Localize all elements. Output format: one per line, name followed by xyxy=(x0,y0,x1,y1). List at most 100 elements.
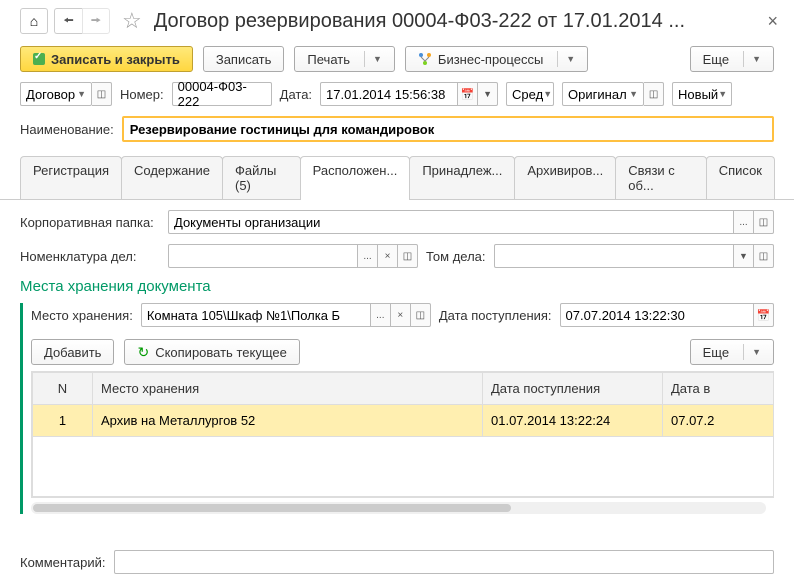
type-open-button[interactable]: ◫ xyxy=(92,82,112,106)
status-select[interactable]: Новый▼ xyxy=(672,82,732,106)
open-icon: ◫ xyxy=(403,251,412,262)
arrow-right-icon: 🠚 xyxy=(91,11,102,32)
more-button[interactable]: Еще ▼ xyxy=(690,46,774,72)
corp-input[interactable]: Документы организации xyxy=(168,210,734,234)
tab-archive[interactable]: Архивиров... xyxy=(514,156,616,199)
comm-input[interactable] xyxy=(114,550,775,574)
type-select[interactable]: Договор▼ xyxy=(20,82,92,106)
tab-content[interactable]: Содержание xyxy=(121,156,223,199)
tab-files[interactable]: Файлы (5) xyxy=(222,156,301,199)
num-input[interactable]: 00004-Ф03-222 xyxy=(172,82,272,106)
date-caret-button[interactable]: ▼ xyxy=(478,82,498,106)
section-title: Места хранения документа xyxy=(20,278,774,295)
chevron-down-icon: ▼ xyxy=(77,89,86,99)
cell-date: 01.07.2014 13:22:24 xyxy=(483,405,663,437)
cell-out: 07.07.2 xyxy=(663,405,775,437)
cell-n: 1 xyxy=(33,405,93,437)
chevron-down-icon: ▼ xyxy=(364,51,382,67)
nom-open-button[interactable]: ◫ xyxy=(398,244,418,268)
save-close-button[interactable]: Записать и закрыть xyxy=(20,46,193,72)
save-button[interactable]: Записать xyxy=(203,46,285,72)
refresh-icon: ↻ xyxy=(137,344,149,361)
table-row[interactable]: 1 Архив на Металлургов 52 01.07.2014 13:… xyxy=(33,405,775,437)
nom-label: Номенклатура дел: xyxy=(20,249,160,264)
chevron-down-icon: ▼ xyxy=(557,51,575,67)
priority-select[interactable]: Сред▼ xyxy=(506,82,554,106)
close-button[interactable]: × xyxy=(763,11,782,32)
place-input[interactable]: Комната 105\Шкаф №1\Полка Б xyxy=(141,303,371,327)
col-out[interactable]: Дата в xyxy=(663,373,775,405)
tab-registration[interactable]: Регистрация xyxy=(20,156,122,199)
date-in-input[interactable]: 07.07.2014 13:22:30 xyxy=(560,303,754,327)
nom-input[interactable] xyxy=(168,244,358,268)
calendar-icon: 📅 xyxy=(461,88,475,101)
chevron-down-icon: ▼ xyxy=(743,344,761,360)
check-icon xyxy=(33,53,45,65)
home-icon: ⌂ xyxy=(30,13,38,29)
tab-location[interactable]: Расположен... xyxy=(300,156,411,199)
table-more-label: Еще xyxy=(703,345,729,360)
chevron-down-icon: ▼ xyxy=(629,89,638,99)
corp-open-button[interactable]: ◫ xyxy=(754,210,774,234)
date-input[interactable]: 17.01.2014 15:56:38 xyxy=(320,82,458,106)
original-open-button[interactable]: ◫ xyxy=(644,82,664,106)
table-row-empty xyxy=(33,437,775,497)
storage-table: N Место хранения Дата поступления Дата в… xyxy=(32,372,774,497)
date-label: Дата: xyxy=(280,87,312,102)
print-button[interactable]: Печать ▼ xyxy=(294,46,395,72)
chevron-down-icon: ▼ xyxy=(718,89,727,99)
date-in-cal-button[interactable]: 📅 xyxy=(754,303,774,327)
name-label: Наименование: xyxy=(20,122,114,137)
place-open-button[interactable]: ◫ xyxy=(411,303,431,327)
place-browse-button[interactable]: ... xyxy=(371,303,391,327)
num-label: Номер: xyxy=(120,87,164,102)
name-input[interactable]: Резервирование гостиницы для командирово… xyxy=(122,116,774,142)
tab-list[interactable]: Список xyxy=(706,156,775,199)
open-icon: ◫ xyxy=(416,310,425,321)
chevron-down-icon: ▼ xyxy=(743,51,761,67)
tab-ownership[interactable]: Принадлеж... xyxy=(409,156,515,199)
tom-open-button[interactable]: ◫ xyxy=(754,244,774,268)
chevron-down-icon: ▼ xyxy=(483,89,492,99)
bp-button[interactable]: Бизнес-процессы ▼ xyxy=(405,46,588,72)
home-button[interactable]: ⌂ xyxy=(20,8,48,34)
nom-clear-button[interactable]: × xyxy=(378,244,398,268)
copy-label: Скопировать текущее xyxy=(155,345,287,360)
cell-place: Архив на Металлургов 52 xyxy=(93,405,483,437)
h-scrollbar[interactable] xyxy=(31,502,766,514)
comm-label: Комментарий: xyxy=(20,555,106,570)
table-more-button[interactable]: Еще ▼ xyxy=(690,339,774,365)
corp-browse-button[interactable]: ... xyxy=(734,210,754,234)
favorite-star[interactable]: ☆ xyxy=(122,8,142,34)
tom-input[interactable] xyxy=(494,244,734,268)
col-place[interactable]: Место хранения xyxy=(93,373,483,405)
open-icon: ◫ xyxy=(759,217,768,228)
original-select[interactable]: Оригинал▼ xyxy=(562,82,644,106)
scrollbar-thumb[interactable] xyxy=(33,504,511,512)
col-date[interactable]: Дата поступления xyxy=(483,373,663,405)
back-button[interactable]: 🠘 xyxy=(54,8,82,34)
calendar-button[interactable]: 📅 xyxy=(458,82,478,106)
add-button[interactable]: Добавить xyxy=(31,339,114,365)
place-label: Место хранения: xyxy=(31,308,133,323)
save-close-label: Записать и закрыть xyxy=(51,52,180,67)
open-icon: ◫ xyxy=(97,89,106,100)
bp-icon xyxy=(418,52,432,66)
col-n[interactable]: N xyxy=(33,373,93,405)
more-label: Еще xyxy=(703,52,729,67)
tom-caret-button[interactable]: ▼ xyxy=(734,244,754,268)
tab-relations[interactable]: Связи с об... xyxy=(615,156,706,199)
bp-label: Бизнес-процессы xyxy=(438,52,543,67)
page-title: Договор резервирования 00004-Ф03-222 от … xyxy=(154,10,758,33)
tom-label: Том дела: xyxy=(426,249,486,264)
calendar-icon: 📅 xyxy=(757,309,771,322)
place-clear-button[interactable]: × xyxy=(391,303,411,327)
chevron-down-icon: ▼ xyxy=(739,251,748,261)
nom-browse-button[interactable]: ... xyxy=(358,244,378,268)
forward-button: 🠚 xyxy=(82,8,110,34)
copy-button[interactable]: ↻ Скопировать текущее xyxy=(124,339,299,365)
arrow-left-icon: 🠘 xyxy=(63,11,74,32)
print-label: Печать xyxy=(307,52,350,67)
open-icon: ◫ xyxy=(759,251,768,262)
chevron-down-icon: ▼ xyxy=(543,89,552,99)
